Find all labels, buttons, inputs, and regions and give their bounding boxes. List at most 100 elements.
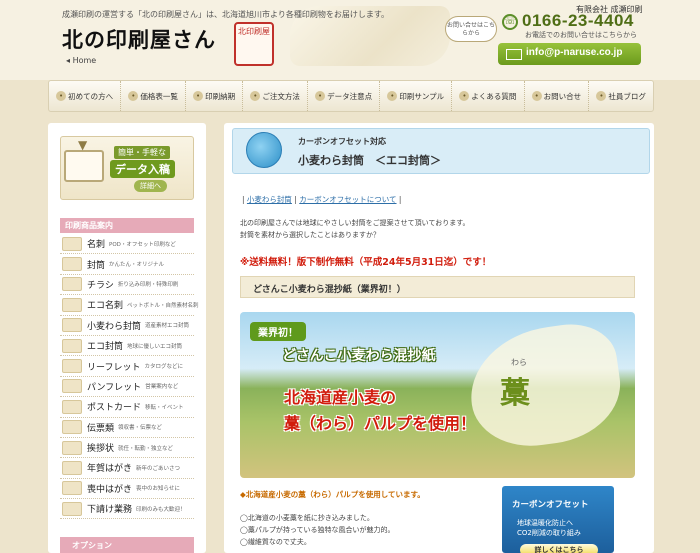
section-links: | 小麦わら封筒 | カーボンオフセットについて |: [242, 194, 401, 205]
phone-number[interactable]: 0166-23-4404: [522, 11, 634, 31]
wheat-envelope-icon: [62, 318, 82, 333]
product-name: 下請け業務: [87, 505, 133, 516]
product-name: エコ名刺: [87, 301, 124, 312]
nav-item-label: お問い合せ: [543, 91, 582, 101]
product-item-slips[interactable]: 伝票類 領収書・伝票など: [60, 418, 194, 438]
product-name: 名刺: [87, 240, 106, 251]
product-item-leaflet[interactable]: リーフレット カタログなどに: [60, 356, 194, 377]
contact-icon: •: [531, 91, 542, 101]
new-year-icon: [62, 460, 82, 475]
page-subtitle: カーボンオフセット対応: [298, 137, 386, 146]
nav-item-label: データ注意点: [327, 91, 373, 101]
link-carbon-offset[interactable]: カーボンオフセットについて: [299, 195, 396, 204]
phone-subtext: お電話でのお問い合せはこちらから: [525, 31, 637, 39]
hero-line2: 北海道産小麦の: [284, 388, 397, 407]
global-nav: • 初めての方へ • 価格表一覧 • 印刷納期 • ご注文方法 • データ注意点 • 印刷サ…: [48, 80, 654, 112]
nav-item-data-notes[interactable]: • データ注意点: [308, 81, 381, 111]
product-desc: かんたん・オリジナル: [109, 262, 165, 269]
sample-icon: •: [387, 91, 398, 101]
product-desc: 就任・転勤・独立など: [118, 445, 174, 452]
hero-line1: どさんこ小麦わら混抄紙: [282, 348, 436, 364]
product-heading-band: どさんこ小麦わら混抄紙（業界初！）: [240, 276, 635, 298]
product-item-mourning-card[interactable]: 喪中はがき 喪中のお知らせに: [60, 479, 194, 500]
carbon-details-button[interactable]: 詳しくはこちら: [520, 544, 598, 553]
site-tagline: 成瀬印刷の運営する「北の印刷屋さん」は、北海道旭川市より各種印刷物をお届けします…: [62, 10, 390, 19]
product-desc: カタログなどに: [144, 364, 183, 371]
product-desc: 領収書・伝票など: [118, 425, 163, 432]
feature-heading: ◆北海道産小麦の藁（わら）パルプを使用しています。: [240, 490, 425, 499]
home-link-label: Home: [72, 56, 97, 65]
envelope-icon: [62, 257, 82, 272]
nav-item-staff-blog[interactable]: • 社員ブログ: [589, 81, 653, 111]
product-item-new-year-card[interactable]: 年賀はがき 新年のごあいさつ: [60, 458, 194, 479]
products-heading: 印刷商品案内: [60, 218, 194, 233]
intro-text: 北の印刷屋さんでは地球にやさしい封筒をご提案させて頂いております。: [240, 219, 470, 227]
product-name: 伝票類: [87, 423, 115, 434]
logo-seal-icon: 北印刷屋: [234, 22, 274, 66]
product-desc: 新年のごあいさつ: [136, 465, 181, 472]
clock-icon: •: [193, 91, 204, 101]
site-logo[interactable]: 北の印刷屋さん: [62, 24, 216, 54]
product-desc: 地球に優しいエコ封筒: [127, 343, 183, 350]
option-heading: オプション: [60, 537, 194, 553]
eco-card-icon: [62, 297, 82, 312]
page-title-box: [232, 128, 650, 174]
nav-item-faq[interactable]: • よくある質問: [452, 81, 525, 111]
product-item-flyer[interactable]: チラシ 折り込み印刷・特殊印刷: [60, 275, 194, 296]
product-desc: 印刷のみも大歓迎！: [136, 506, 186, 513]
product-item-pamphlet[interactable]: パンフレット 営業案内など: [60, 377, 194, 398]
link-separator: |: [294, 195, 297, 204]
product-item-subcontracting[interactable]: 下請け業務 印刷のみも大歓迎！: [60, 499, 194, 520]
product-desc: ペットボトル・自然素材名刺: [127, 302, 199, 309]
hero-kanji: 藁: [500, 376, 530, 411]
greeting-icon: [62, 440, 82, 455]
nav-item-order-method[interactable]: • ご注文方法: [243, 81, 308, 111]
nav-item-label: 印刷サンプル: [399, 91, 445, 101]
nav-item-first-time[interactable]: • 初めての方へ: [49, 81, 122, 111]
banner-line2: データ入稿: [110, 160, 175, 178]
link-wheat-straw-envelope[interactable]: 小麦わら封筒: [247, 195, 292, 204]
leaflet-icon: [62, 359, 82, 374]
mourning-icon: [62, 481, 82, 496]
nav-item-print-samples[interactable]: • 印刷サンプル: [380, 81, 453, 111]
product-name: エコ封筒: [87, 342, 124, 353]
mail-icon: [506, 49, 522, 60]
document-icon: •: [250, 91, 261, 101]
product-item-eco-envelope[interactable]: エコ封筒 地球に優しいエコ封筒: [60, 336, 194, 357]
product-desc: 道産素材エコ封筒: [145, 323, 190, 330]
flyer-icon: [62, 277, 82, 292]
carbon-subtitle: 地球温暖化防止へ: [517, 519, 573, 527]
product-item-eco-card[interactable]: エコ名刺 ペットボトル・自然素材名刺: [60, 295, 199, 316]
product-name: リーフレット: [87, 362, 141, 373]
product-name: 喪中はがき: [87, 484, 133, 495]
banner-detail-button[interactable]: 詳細へ: [134, 180, 167, 192]
product-item-greeting-card[interactable]: 挨拶状 就任・転勤・独立など: [60, 438, 194, 459]
feature-item: ◯北海道の小麦藁を紙に抄き込みました。: [240, 514, 374, 522]
pencil-icon: •: [315, 91, 326, 101]
product-name: 年賀はがき: [87, 464, 133, 475]
nav-item-price-list[interactable]: • 価格表一覧: [121, 81, 186, 111]
product-item-postcard[interactable]: ポストカード 移転・イベント: [60, 397, 194, 418]
contact-bubble[interactable]: お問い合せはこちらから: [445, 16, 497, 42]
calculator-icon: •: [128, 91, 139, 101]
product-name: 小麦わら封筒: [87, 321, 142, 332]
product-item-wheat-straw-envelope[interactable]: 小麦わら封筒 道産素材エコ封筒: [60, 316, 194, 336]
product-desc: 移転・イベント: [145, 404, 184, 411]
hero-line3: 藁（わら）パルプを使用！: [284, 414, 477, 433]
product-item-business-card[interactable]: 名刺 POD・オフセット印刷など: [60, 234, 194, 255]
product-name: チラシ: [87, 280, 114, 291]
nav-item-delivery[interactable]: • 印刷納期: [186, 81, 244, 111]
nav-item-label: 初めての方へ: [68, 91, 114, 101]
laptop-icon: [64, 150, 104, 182]
nav-item-contact[interactable]: • お問い合せ: [525, 81, 590, 111]
banner-line1: 簡単・手軽な: [114, 146, 170, 159]
feature-item: ◯藁パルプが持っている独特な風合いが魅力的。: [240, 526, 395, 534]
home-link[interactable]: ◂ Home: [66, 56, 96, 65]
hero-badge: 業界初！: [250, 322, 306, 341]
product-name: 封筒: [87, 260, 106, 271]
product-item-envelope[interactable]: 封筒 かんたん・オリジナル: [60, 254, 194, 275]
link-separator: |: [398, 195, 402, 204]
phone-icon: ☏: [502, 14, 518, 30]
business-card-icon: [62, 236, 82, 251]
postcard-icon: [62, 399, 82, 414]
